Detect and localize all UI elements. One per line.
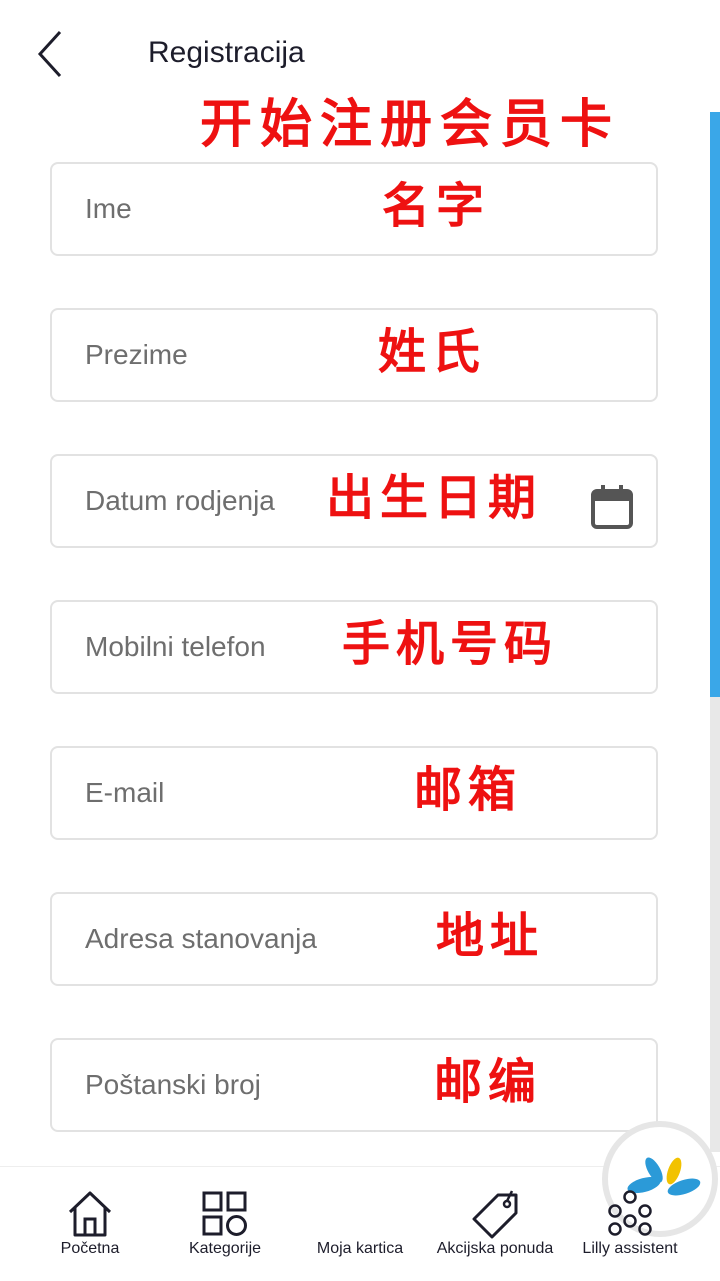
- birth-date-placeholder: Datum rodjenja: [85, 485, 275, 516]
- email-field[interactable]: E-mail 邮箱: [50, 746, 658, 840]
- email-placeholder: E-mail: [85, 777, 165, 808]
- nav-assistant[interactable]: Lilly assistent: [572, 1167, 688, 1281]
- bottom-navigation: Početna Kategorije Moja kartica Akcijska…: [0, 1121, 720, 1281]
- nav-assistant-label: Lilly assistent: [582, 1240, 678, 1257]
- header: Registracija 开始注册会员卡: [0, 0, 720, 155]
- postal-code-annotation: 邮编: [434, 1054, 543, 1110]
- birth-date-field[interactable]: Datum rodjenja 出生日期: [50, 454, 658, 548]
- nav-special-offers-label: Akcijska ponuda: [436, 1240, 554, 1257]
- title-annotation: 开始注册会员卡: [200, 94, 621, 155]
- page-title: Registracija: [148, 36, 305, 69]
- calendar-icon[interactable]: [590, 484, 634, 530]
- back-button[interactable]: [30, 28, 74, 80]
- last-name-field[interactable]: Prezime 姓氏: [50, 308, 658, 402]
- birth-date-annotation: 出生日期: [326, 470, 543, 526]
- last-name-annotation: 姓氏: [378, 324, 487, 380]
- nav-categories-label: Kategorije: [188, 1240, 262, 1257]
- first-name-placeholder: Ime: [85, 193, 132, 224]
- scrollbar-thumb[interactable]: [710, 112, 720, 697]
- first-name-annotation: 名字: [382, 178, 491, 234]
- mobile-phone-placeholder: Mobilni telefon: [85, 631, 266, 662]
- mobile-phone-annotation: 手机号码: [342, 616, 559, 672]
- nav-my-card-label: Moja kartica: [316, 1240, 404, 1257]
- home-icon: [68, 1191, 112, 1237]
- assistant-icon: [608, 1190, 652, 1236]
- categories-icon: [202, 1191, 247, 1236]
- nav-my-card[interactable]: Moja kartica: [300, 1121, 718, 1281]
- address-placeholder: Adresa stanovanja: [85, 923, 317, 954]
- postal-code-field[interactable]: Poštanski broj 邮编: [50, 1038, 658, 1132]
- address-field[interactable]: Adresa stanovanja 地址: [50, 892, 658, 986]
- postal-code-placeholder: Poštanski broj: [85, 1069, 261, 1100]
- nav-categories[interactable]: Kategorije: [165, 1167, 285, 1281]
- nav-home[interactable]: Početna: [30, 1167, 150, 1281]
- nav-home-label: Početna: [60, 1240, 120, 1257]
- price-tag-icon: [472, 1190, 518, 1239]
- address-annotation: 地址: [436, 908, 545, 964]
- mobile-phone-field[interactable]: Mobilni telefon 手机号码: [50, 600, 658, 694]
- email-annotation: 邮箱: [414, 762, 523, 818]
- first-name-field[interactable]: Ime 名字: [50, 162, 658, 256]
- last-name-placeholder: Prezime: [85, 339, 188, 370]
- chevron-left-icon: [37, 30, 62, 78]
- nav-special-offers[interactable]: Akcijska ponuda: [430, 1167, 560, 1281]
